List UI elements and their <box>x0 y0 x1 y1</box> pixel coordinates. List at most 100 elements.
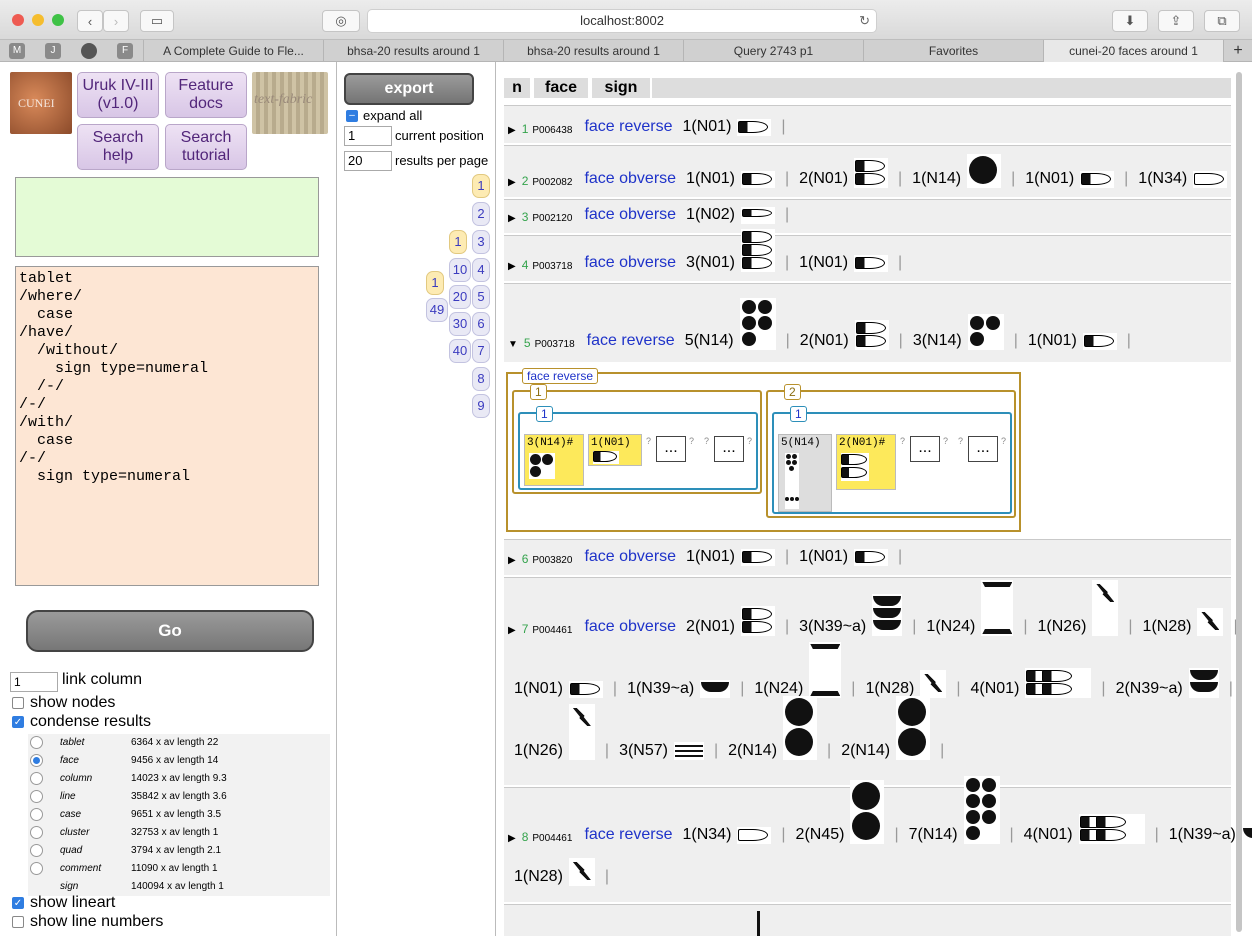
expand-triangle-icon[interactable]: ▶ <box>508 213 516 224</box>
sign-cell-1n01[interactable]: 1(N01) <box>588 434 642 466</box>
tabs-overview-icon[interactable]: ⧉ <box>1204 10 1240 32</box>
sign-reading[interactable]: 2(N01) <box>800 332 849 350</box>
bookmark-m-icon[interactable]: M <box>9 43 25 59</box>
feature-docs-button[interactable]: Feature docs <box>165 72 247 118</box>
condense-radio[interactable] <box>30 862 43 875</box>
sign-reading[interactable]: 1(N01) <box>686 170 735 188</box>
tab-bhsa-2[interactable]: bhsa-20 results around 1 <box>503 40 683 62</box>
current-position-input[interactable]: 1 <box>344 126 392 146</box>
expand-triangle-icon[interactable]: ▶ <box>508 125 516 136</box>
share-icon[interactable]: ⇪ <box>1158 10 1194 32</box>
sign-reading[interactable]: 1(N26) <box>1037 618 1086 636</box>
result-row[interactable]: ▶ 1 P006438 face reverse 1(N01) | <box>504 105 1231 143</box>
sign-reading[interactable]: 1(N14) <box>912 170 961 188</box>
sign-reading[interactable]: 1(N26) <box>514 742 563 760</box>
collapse-triangle-icon[interactable]: ▼ <box>508 339 518 350</box>
page-link[interactable]: 10 <box>449 258 471 282</box>
expand-triangle-icon[interactable]: ▶ <box>508 555 516 566</box>
sign-reading[interactable]: 2(N14) <box>841 742 890 760</box>
sign-reading[interactable]: 3(N39~a) <box>799 618 866 636</box>
face-link[interactable]: face reverse <box>587 332 675 350</box>
corpus-button[interactable]: Uruk IV-III (v1.0) <box>77 72 159 118</box>
face-link[interactable]: face reverse <box>584 118 672 136</box>
github-icon[interactable] <box>81 43 97 59</box>
condense-type-cluster[interactable]: cluster 32753 x av length 1 <box>28 824 330 842</box>
page-link[interactable]: 2 <box>472 202 490 226</box>
maximize-window-button[interactable] <box>52 14 64 26</box>
new-tab-button[interactable]: + <box>1223 40 1252 62</box>
result-row[interactable]: ▶ 6 P003820 face obverse 1(N01) | 1(N01) | <box>504 539 1231 575</box>
expand-all-checkbox[interactable]: – <box>346 109 358 122</box>
text-fabric-logo[interactable]: text-fabric <box>252 72 328 134</box>
condense-results-checkbox[interactable]: ✓ <box>12 716 24 728</box>
ellipsis-box[interactable]: ... <box>714 436 744 462</box>
tab-guide[interactable]: A Complete Guide to Fle... <box>143 40 323 62</box>
page-link[interactable]: 40 <box>449 339 471 363</box>
sign-reading[interactable]: 1(N01) <box>1028 332 1077 350</box>
sign-reading[interactable]: 1(N34) <box>682 826 731 844</box>
page-link[interactable]: 7 <box>472 339 490 363</box>
sign-reading[interactable]: 4(N01) <box>1024 826 1073 844</box>
page-link[interactable]: 5 <box>472 285 490 309</box>
results-per-page-input[interactable]: 20 <box>344 151 392 171</box>
export-button[interactable]: export <box>344 73 474 105</box>
sign-reading[interactable]: 3(N14) <box>913 332 962 350</box>
sign-reading[interactable]: 1(N24) <box>926 618 975 636</box>
page-link[interactable]: 9 <box>472 394 490 418</box>
sign-reading[interactable]: 1(N39~a) <box>1169 826 1236 844</box>
search-help-button[interactable]: Search help <box>77 124 159 170</box>
minimize-window-button[interactable] <box>32 14 44 26</box>
condense-radio[interactable] <box>30 808 43 821</box>
page-link[interactable]: 1 <box>472 174 490 198</box>
show-lineart-checkbox[interactable]: ✓ <box>12 897 24 909</box>
ellipsis-box[interactable]: ... <box>968 436 998 462</box>
go-button[interactable]: Go <box>26 610 314 652</box>
description-textarea[interactable] <box>15 177 319 257</box>
page-link[interactable]: 8 <box>472 367 490 391</box>
condense-type-case[interactable]: case 9651 x av length 3.5 <box>28 806 330 824</box>
sign-reading[interactable]: 1(N01) <box>799 254 848 272</box>
result-row[interactable]: ▶ 3 P002120 face obverse 1(N02) | <box>504 199 1231 233</box>
face-link[interactable]: face obverse <box>584 254 676 272</box>
face-link[interactable]: face obverse <box>584 548 676 566</box>
page-link[interactable]: 49 <box>426 298 448 322</box>
page-link[interactable]: 6 <box>472 312 490 336</box>
scrollbar-thumb[interactable] <box>1236 72 1242 932</box>
tab-cunei[interactable]: cunei-20 faces around 1 <box>1043 40 1223 62</box>
forward-icon[interactable]: › <box>103 10 129 32</box>
address-bar[interactable]: localhost:8002 ↻ <box>367 9 877 33</box>
face-link[interactable]: face obverse <box>584 206 676 224</box>
bookmark-f-icon[interactable]: F <box>117 43 133 59</box>
condense-type-column[interactable]: column 14023 x av length 9.3 <box>28 770 330 788</box>
bookmark-j-icon[interactable]: J <box>45 43 61 59</box>
show-nodes-checkbox[interactable] <box>12 697 24 709</box>
back-icon[interactable]: ‹ <box>77 10 103 32</box>
results-scrollbar[interactable] <box>1234 66 1244 936</box>
close-window-button[interactable] <box>12 14 24 26</box>
reload-icon[interactable]: ↻ <box>859 10 870 32</box>
show-lineart-option[interactable]: ✓ show lineart <box>12 894 115 912</box>
condense-radio[interactable] <box>30 844 43 857</box>
sign-reading[interactable]: 1(N01) <box>799 548 848 566</box>
page-link[interactable]: 1 <box>426 271 444 295</box>
sign-reading[interactable]: 1(N02) <box>686 206 735 224</box>
condense-radio[interactable] <box>30 790 43 803</box>
search-tutorial-button[interactable]: Search tutorial <box>165 124 247 170</box>
sign-reading[interactable]: 4(N01) <box>971 680 1020 698</box>
sign-reading[interactable]: 1(N28) <box>1143 618 1192 636</box>
sign-reading[interactable]: 1(N01) <box>686 548 735 566</box>
ellipsis-box[interactable]: ... <box>656 436 686 462</box>
expand-triangle-icon[interactable]: ▶ <box>508 625 516 636</box>
sign-reading[interactable]: 2(N01) <box>686 618 735 636</box>
sign-cell-3n14[interactable]: 3(N14)# <box>524 434 584 486</box>
sign-reading[interactable]: 2(N39~a) <box>1116 680 1183 698</box>
page-link[interactable]: 3 <box>472 230 490 254</box>
sign-reading[interactable]: 2(N14) <box>728 742 777 760</box>
result-row[interactable]: ▶ 4 P003718 face obverse 3(N01) | 1(N01) | <box>504 229 1231 281</box>
condense-radio[interactable] <box>30 736 43 749</box>
sign-reading[interactable]: 3(N57) <box>619 742 668 760</box>
condense-radio[interactable] <box>30 826 43 839</box>
page-link[interactable]: 4 <box>472 258 490 282</box>
show-nodes-option[interactable]: show nodes <box>12 694 115 712</box>
sign-reading[interactable]: 1(N34) <box>1138 170 1187 188</box>
